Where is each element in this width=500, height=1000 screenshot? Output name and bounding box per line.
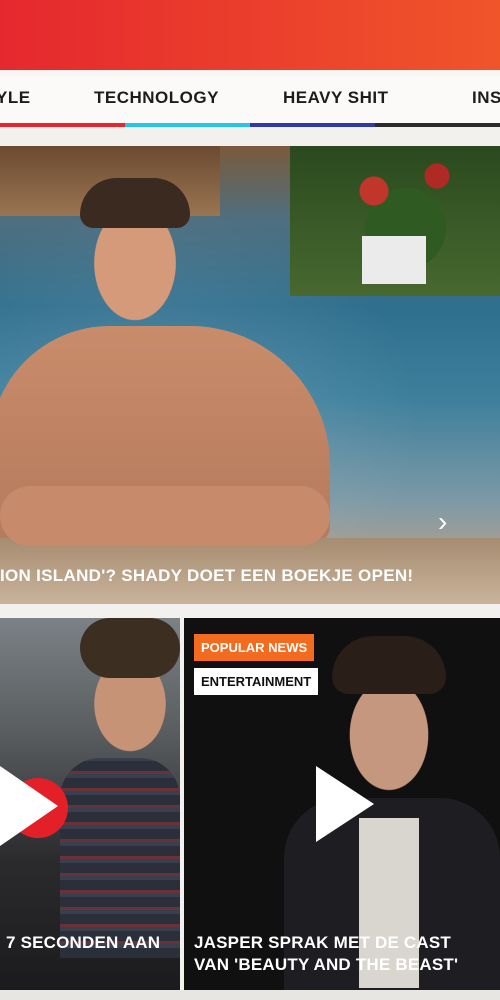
nav-color-bar xyxy=(0,123,500,127)
video-card-1[interactable]: AG 7 SECONDEN AAN xyxy=(0,618,180,990)
card1-person-sweater xyxy=(60,758,180,958)
nav-item-heavy-shit[interactable]: HEAVY SHIT xyxy=(283,88,388,108)
nav-item-inspiration[interactable]: INS xyxy=(472,88,500,108)
chevron-right-icon[interactable]: › xyxy=(438,508,447,536)
page-bottom-strip xyxy=(0,990,500,1000)
category-nav: YLE TECHNOLOGY HEAVY SHIT INS xyxy=(0,76,500,126)
card-title-line: JASPER SPRAK MET DE CAST xyxy=(194,933,452,952)
hero-headline[interactable]: ION ISLAND'? SHADY DOET EEN BOEKJE OPEN! xyxy=(0,566,500,586)
card-title-line: VAN 'BEAUTY AND THE BEAST' xyxy=(194,955,459,974)
card2-person-hair xyxy=(332,636,446,694)
nav-bar-segment xyxy=(250,123,375,127)
hero-person-arms xyxy=(0,486,330,546)
site-header xyxy=(0,0,500,70)
hero-slider[interactable]: › xyxy=(0,146,500,604)
card-title[interactable]: 7 SECONDEN AAN xyxy=(6,932,160,954)
play-icon[interactable] xyxy=(0,766,58,846)
nav-bar-segment xyxy=(125,123,250,127)
card1-person-hair xyxy=(80,618,180,678)
badge-popular-news[interactable]: POPULAR NEWS xyxy=(194,634,315,661)
hero-person-hair xyxy=(80,178,190,228)
nav-item-technology[interactable]: TECHNOLOGY xyxy=(94,88,219,108)
badge-entertainment[interactable]: ENTERTAINMENT xyxy=(194,668,319,695)
video-card-2[interactable]: POPULAR NEWS ENTERTAINMENT JASPER SPRAK … xyxy=(184,618,500,990)
hero-background-planter xyxy=(362,236,426,284)
card-title[interactable]: JASPER SPRAK MET DE CAST VAN 'BEAUTY AND… xyxy=(194,932,458,976)
nav-item-lifestyle[interactable]: YLE xyxy=(0,88,31,108)
nav-bar-segment xyxy=(375,123,500,127)
nav-bar-segment xyxy=(0,123,125,127)
play-icon[interactable] xyxy=(316,766,374,842)
